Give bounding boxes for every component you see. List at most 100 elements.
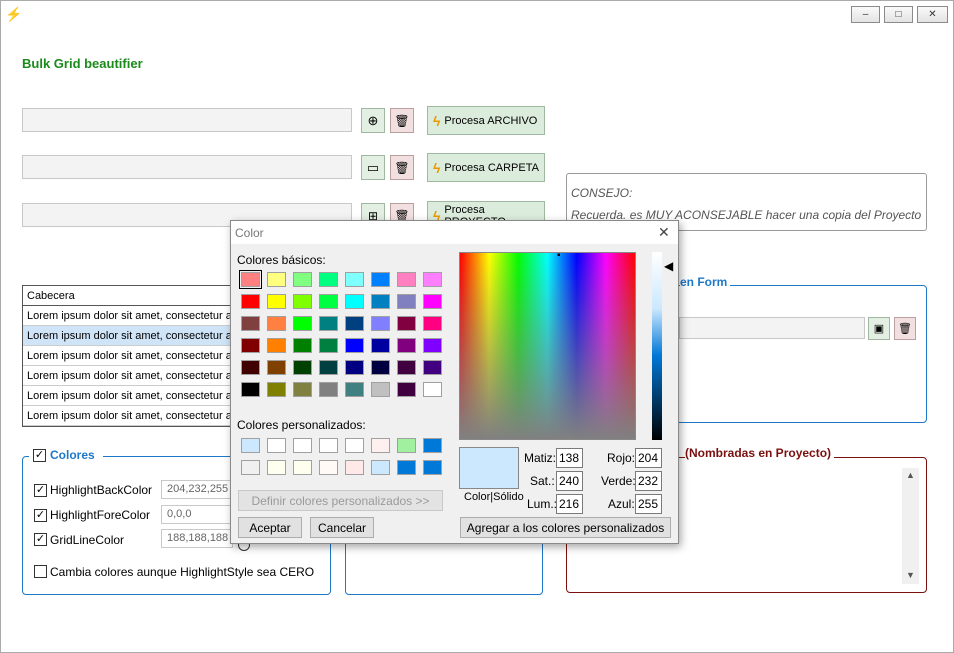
accept-button[interactable]: Aceptar — [238, 517, 302, 538]
dialog-close-icon[interactable]: ✕ — [658, 224, 670, 241]
clear-folder-button[interactable]: 🗑 — [390, 155, 414, 180]
basic-color-swatch[interactable] — [293, 360, 312, 375]
archivo-path-field[interactable] — [22, 108, 352, 132]
basic-color-swatch[interactable] — [345, 338, 364, 353]
select-file-button[interactable]: ⊕ — [361, 108, 385, 133]
custom-color-swatch[interactable] — [397, 460, 416, 475]
scroll-up-icon[interactable]: ▲ — [906, 470, 915, 480]
basic-color-swatch[interactable] — [267, 316, 286, 331]
table-row[interactable]: Lorem ipsum dolor sit amet, consectetur … — [23, 386, 233, 406]
scroll-down-icon[interactable]: ▼ — [906, 570, 915, 580]
basic-color-swatch[interactable] — [345, 294, 364, 309]
basic-color-swatch[interactable] — [371, 272, 390, 287]
basic-color-swatch[interactable] — [293, 316, 312, 331]
basic-color-swatch[interactable] — [267, 382, 286, 397]
basic-color-swatch[interactable] — [371, 338, 390, 353]
table-row[interactable]: Lorem ipsum dolor sit amet, consectetur … — [23, 406, 233, 426]
select-image-button[interactable]: ▣ — [868, 317, 890, 340]
add-custom-color-button[interactable]: Agregar a los colores personalizados — [460, 517, 671, 538]
custom-color-swatch[interactable] — [423, 460, 442, 475]
basic-color-swatch[interactable] — [319, 382, 338, 397]
highlightbackcolor-checkbox[interactable]: ✓ — [34, 484, 47, 497]
custom-color-swatch[interactable] — [423, 438, 442, 453]
clear-file-button[interactable]: 🗑 — [390, 108, 414, 133]
table-row[interactable]: Lorem ipsum dolor sit amet, consectetur … — [23, 346, 233, 366]
basic-color-swatch[interactable] — [397, 294, 416, 309]
basic-color-swatch[interactable] — [293, 272, 312, 287]
rojo-input[interactable]: 204 — [635, 448, 662, 468]
custom-color-swatch[interactable] — [371, 438, 390, 453]
procesa-archivo-button[interactable]: ϟ Procesa ARCHIVO — [427, 106, 545, 135]
basic-color-swatch[interactable] — [241, 360, 260, 375]
basic-color-swatch[interactable] — [293, 338, 312, 353]
basic-color-swatch[interactable] — [345, 360, 364, 375]
basic-color-swatch[interactable] — [319, 338, 338, 353]
basic-color-swatch[interactable] — [371, 360, 390, 375]
custom-color-swatch[interactable] — [293, 460, 312, 475]
basic-color-swatch[interactable] — [345, 272, 364, 287]
spectrum-crosshair-icon[interactable]: ▪ — [557, 250, 561, 261]
gridlinecolor-checkbox[interactable]: ✓ — [34, 533, 47, 546]
procesa-carpeta-button[interactable]: ϟ Procesa CARPETA — [427, 153, 545, 182]
minimize-button[interactable]: – — [851, 6, 880, 23]
basic-color-swatch[interactable] — [293, 382, 312, 397]
basic-color-swatch[interactable] — [423, 360, 442, 375]
luminance-pointer-icon[interactable]: ◀ — [664, 259, 673, 273]
custom-color-swatch[interactable] — [267, 460, 286, 475]
maximize-button[interactable]: □ — [884, 6, 913, 23]
luminance-bar[interactable] — [652, 252, 662, 440]
cancel-button[interactable]: Cancelar — [310, 517, 374, 538]
highlightbackcolor-value[interactable]: 204,232,255 — [161, 480, 233, 499]
basic-color-swatch[interactable] — [267, 294, 286, 309]
custom-color-swatch[interactable] — [241, 438, 260, 453]
custom-color-swatch[interactable] — [345, 438, 364, 453]
basic-color-swatch[interactable] — [241, 294, 260, 309]
basic-color-swatch[interactable] — [293, 294, 312, 309]
table-row[interactable]: Lorem ipsum dolor sit amet, consectetur … — [23, 306, 233, 326]
basic-color-swatch[interactable] — [319, 294, 338, 309]
basic-color-swatch[interactable] — [397, 338, 416, 353]
table-row[interactable]: Lorem ipsum dolor sit amet, consectetur … — [23, 326, 233, 346]
sat-input[interactable]: 240 — [556, 471, 583, 491]
custom-color-swatch[interactable] — [319, 460, 338, 475]
colores-checkbox[interactable]: ✓ — [33, 449, 46, 462]
basic-color-swatch[interactable] — [241, 382, 260, 397]
highlightforecolor-checkbox[interactable]: ✓ — [34, 509, 47, 522]
basic-color-swatch[interactable] — [397, 360, 416, 375]
color-spectrum[interactable]: ▪ — [459, 250, 636, 440]
basic-color-swatch[interactable] — [371, 294, 390, 309]
basic-color-swatch[interactable] — [241, 316, 260, 331]
custom-color-swatch[interactable] — [319, 438, 338, 453]
custom-color-swatch[interactable] — [397, 438, 416, 453]
basic-color-swatch[interactable] — [397, 382, 416, 397]
basic-color-swatch[interactable] — [397, 272, 416, 287]
close-button[interactable]: ✕ — [917, 6, 948, 23]
azul-input[interactable]: 255 — [635, 494, 662, 514]
define-custom-colors-button[interactable]: Definir colores personalizados >> — [238, 490, 443, 511]
basic-color-swatch[interactable] — [423, 294, 442, 309]
table-row[interactable]: Lorem ipsum dolor sit amet, consectetur … — [23, 366, 233, 386]
custom-color-swatch[interactable] — [241, 460, 260, 475]
basic-color-swatch[interactable] — [319, 316, 338, 331]
matiz-input[interactable]: 138 — [556, 448, 583, 468]
highlightforecolor-value[interactable]: 0,0,0 — [161, 505, 233, 524]
basic-color-swatch[interactable] — [345, 316, 364, 331]
basic-color-swatch[interactable] — [345, 382, 364, 397]
form-image-field[interactable] — [679, 317, 865, 339]
basic-color-swatch[interactable] — [423, 272, 442, 287]
basic-color-swatch[interactable] — [371, 316, 390, 331]
basic-color-swatch[interactable] — [319, 360, 338, 375]
select-folder-button[interactable]: ▭ — [361, 155, 385, 180]
gridlinecolor-value[interactable]: 188,188,188 — [161, 529, 233, 548]
scrollbar[interactable]: ▲ ▼ — [902, 468, 919, 584]
custom-color-swatch[interactable] — [345, 460, 364, 475]
basic-color-swatch[interactable] — [241, 338, 260, 353]
sample-grid[interactable]: Cabecera Lorem ipsum dolor sit amet, con… — [22, 285, 234, 427]
basic-color-swatch[interactable] — [239, 270, 262, 289]
custom-color-swatch[interactable] — [267, 438, 286, 453]
carpeta-path-field[interactable] — [22, 155, 352, 179]
basic-color-swatch[interactable] — [423, 316, 442, 331]
basic-color-swatch[interactable] — [397, 316, 416, 331]
basic-color-swatch[interactable] — [267, 272, 286, 287]
basic-color-swatch[interactable] — [371, 382, 390, 397]
